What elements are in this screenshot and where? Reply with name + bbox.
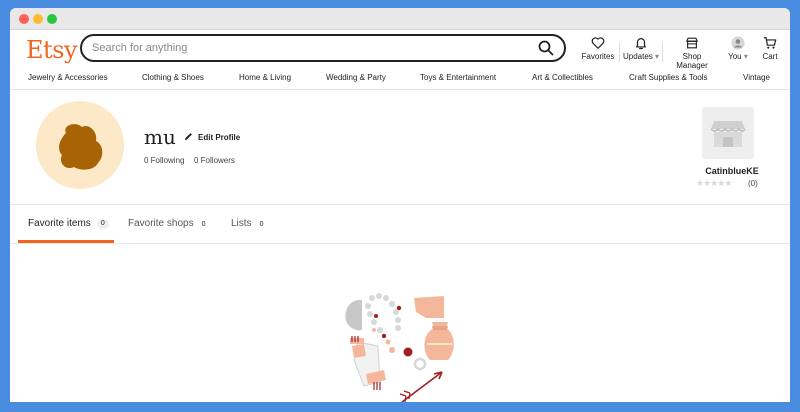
username: mu <box>144 125 176 149</box>
tab-label: Favorite items <box>28 218 91 229</box>
category-link[interactable]: Clothing & Shoes <box>142 73 204 82</box>
favorites-button[interactable]: Favorites <box>580 36 616 61</box>
search-bar <box>80 34 566 62</box>
category-link[interactable]: Home & Living <box>239 73 291 82</box>
cart-button[interactable]: Cart <box>756 36 784 61</box>
category-link[interactable]: Jewelry & Accessories <box>28 73 108 82</box>
bell-icon <box>636 38 646 50</box>
you-label: You <box>728 52 742 61</box>
tab-label: Lists <box>231 218 252 229</box>
pencil-icon <box>184 133 192 141</box>
title-bar <box>10 8 790 30</box>
category-nav: Jewelry & Accessories Clothing & Shoes H… <box>10 68 790 90</box>
header-divider <box>662 42 663 62</box>
category-link[interactable]: Art & Collectibles <box>532 73 593 82</box>
review-count: (0) <box>748 179 758 188</box>
you-menu-button[interactable]: You ▾ <box>723 36 753 61</box>
profile-section: mu Edit Profile 0 Following 0 Followers … <box>10 91 790 205</box>
storefront-icon <box>710 121 746 147</box>
edit-profile-button[interactable]: Edit Profile <box>184 132 240 142</box>
shop-name-link[interactable]: CatinblueKE <box>692 166 772 176</box>
category-link[interactable]: Craft Supplies & Tools <box>629 73 708 82</box>
followers-count-link[interactable]: 0 Followers <box>194 156 235 165</box>
tab-label: Favorite shops <box>128 218 194 229</box>
search-input[interactable] <box>92 40 512 56</box>
category-link[interactable]: Wedding & Party <box>326 73 386 82</box>
heart-icon <box>591 37 605 49</box>
shop-rating-stars: ★★★★★ <box>696 178 732 188</box>
header-divider <box>619 42 620 62</box>
empty-favorites-illustration <box>345 293 454 402</box>
browser-window: Etsy Favorites Updates ▾ <box>10 8 790 402</box>
maximize-window-button[interactable] <box>47 14 57 24</box>
user-avatar-icon <box>731 36 745 50</box>
profile-avatar[interactable] <box>36 101 124 189</box>
updates-label: Updates <box>622 52 653 61</box>
category-link[interactable]: Vintage <box>743 73 770 82</box>
cart-icon <box>763 37 777 49</box>
site-header: Etsy Favorites Updates ▾ <box>10 30 790 70</box>
close-window-button[interactable] <box>19 14 29 24</box>
chevron-down-icon: ▾ <box>741 52 748 61</box>
shop-thumbnail[interactable] <box>702 107 754 159</box>
shop-manager-button[interactable]: Shop Manager <box>666 36 718 70</box>
edit-profile-label: Edit Profile <box>198 133 241 142</box>
active-tab-indicator <box>18 240 114 243</box>
favorites-label: Favorites <box>581 52 615 61</box>
category-link[interactable]: Toys & Entertainment <box>420 73 496 82</box>
tab-lists[interactable]: Lists 0 <box>231 218 263 229</box>
updates-button[interactable]: Updates ▾ <box>622 36 660 61</box>
tab-count: 0 <box>259 221 264 228</box>
chevron-down-icon: ▾ <box>652 52 660 61</box>
avatar-image <box>59 124 103 170</box>
tab-favorite-items[interactable]: Favorite items 0 <box>28 218 109 229</box>
etsy-logo[interactable]: Etsy <box>26 36 78 64</box>
tab-count-badge: 0 <box>96 219 109 229</box>
tab-count: 0 <box>201 221 206 228</box>
search-icon[interactable] <box>538 40 554 56</box>
shop-icon <box>686 37 698 49</box>
favorites-tabs: Favorite items 0 Favorite shops 0 Lists 0 <box>10 206 790 244</box>
minimize-window-button[interactable] <box>33 14 43 24</box>
following-count-link[interactable]: 0 Following <box>144 156 184 165</box>
cart-label: Cart <box>762 52 778 61</box>
tab-favorite-shops[interactable]: Favorite shops 0 <box>128 218 206 229</box>
